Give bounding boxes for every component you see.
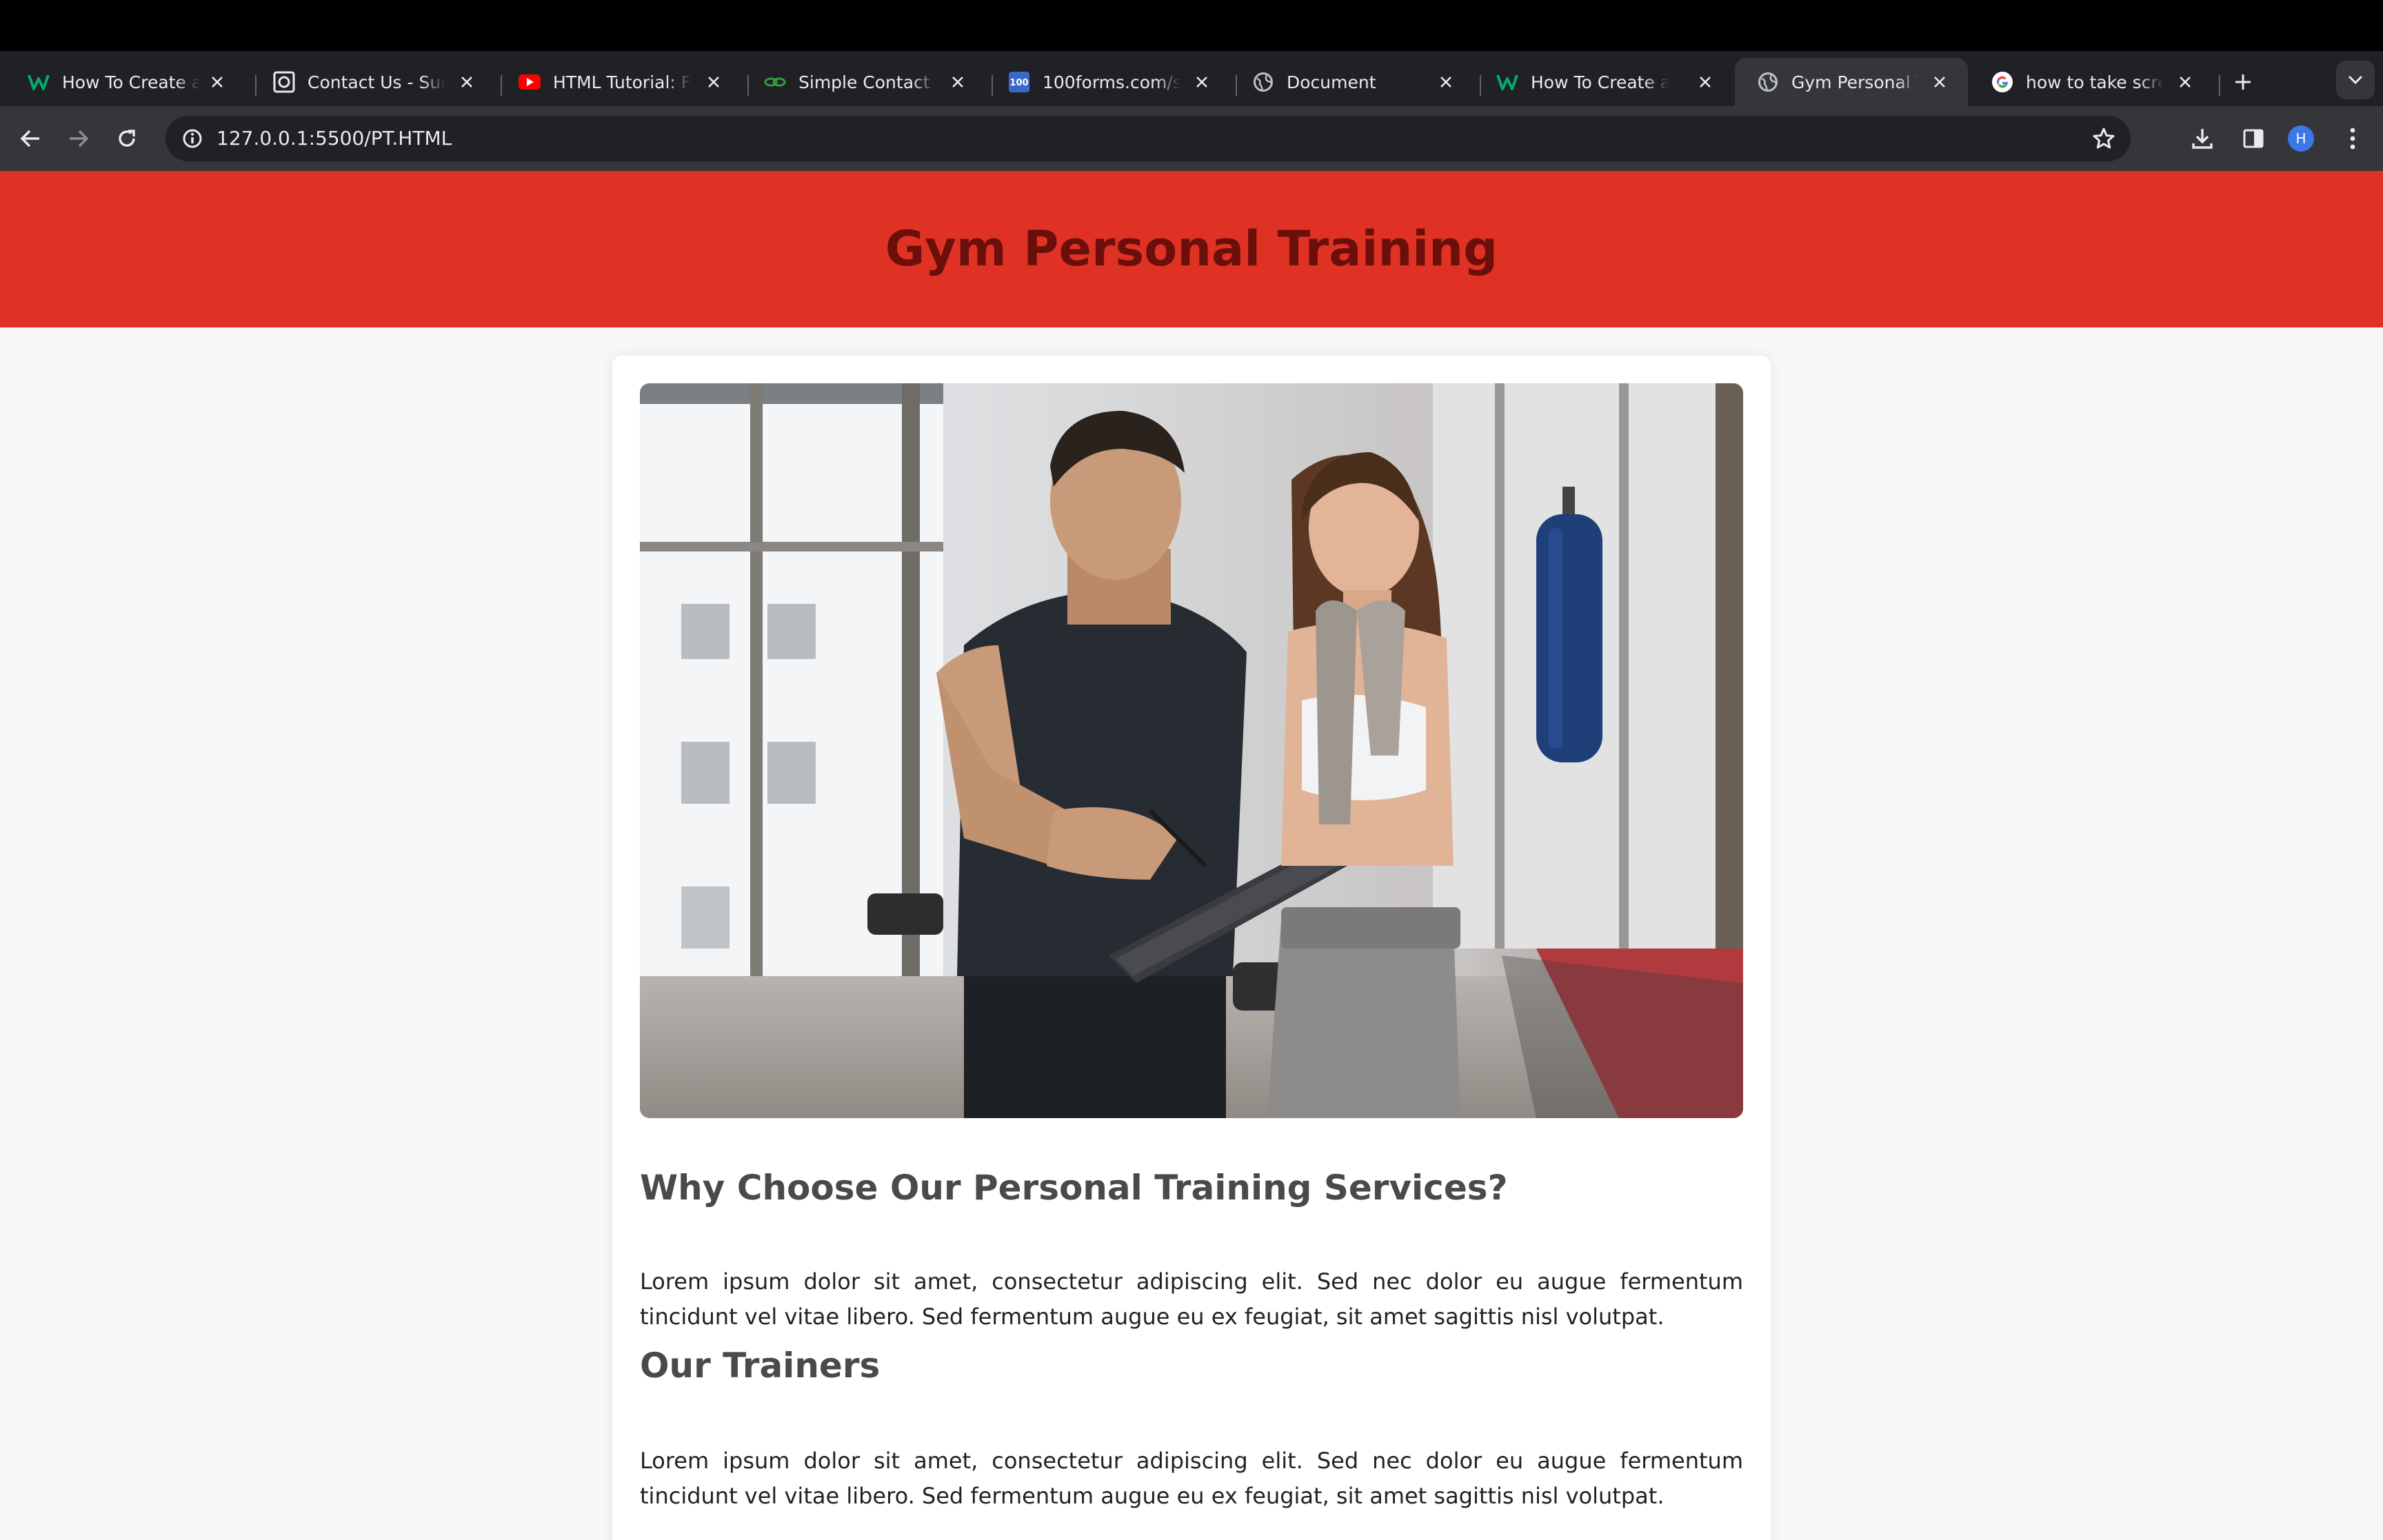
- tab-title: HTML Tutorial: Form: [553, 72, 691, 92]
- tab-strip: How To Create an HTML Contact Form Conta…: [0, 51, 2383, 106]
- close-tab-icon[interactable]: [1927, 69, 1953, 95]
- tab-how-to-create-html-form[interactable]: How To Create an HTML Form: [1474, 58, 1733, 106]
- side-panel-icon: [2243, 129, 2264, 148]
- tab-title: 100forms.com/source: [1043, 72, 1180, 92]
- globe-icon: [1251, 70, 1276, 94]
- tab-title: how to take screenshot: [2026, 72, 2164, 92]
- star-icon[interactable]: [2087, 121, 2121, 156]
- site-header: Gym Personal Training: [0, 171, 2383, 327]
- section-text-our-trainers: Lorem ipsum dolor sit amet, consectetur …: [640, 1448, 1743, 1509]
- back-button[interactable]: [11, 119, 50, 158]
- youtube-icon: [517, 70, 542, 94]
- close-tab-icon[interactable]: [1189, 69, 1215, 95]
- address-bar[interactable]: 127.0.0.1:5500/PT.HTML: [165, 116, 2131, 161]
- arrow-left-icon: [20, 130, 39, 148]
- info-icon[interactable]: [175, 121, 210, 156]
- plus-icon: [2235, 74, 2251, 90]
- tab-document[interactable]: Document: [1230, 58, 1474, 106]
- svg-text:100: 100: [1009, 78, 1028, 88]
- side-panel-button[interactable]: [2234, 119, 2273, 158]
- tab-html-tutorial[interactable]: HTML Tutorial: Form: [496, 58, 742, 106]
- web-page: Gym Personal Training Why Choose Our Per…: [0, 171, 2383, 1540]
- screen-top-bar: [0, 0, 2383, 51]
- 100forms-icon: 100: [1007, 70, 1032, 94]
- close-tab-icon[interactable]: [945, 69, 971, 95]
- new-tab-button[interactable]: [2226, 65, 2260, 99]
- section-heading-our-trainers: Our Trainers: [640, 1346, 881, 1386]
- contact-page-icon: [272, 70, 296, 94]
- section-text-why-choose: Lorem ipsum dolor sit amet, consectetur …: [640, 1268, 1743, 1330]
- tab-simple-contact-form[interactable]: Simple Contact Form: [742, 58, 986, 106]
- download-icon: [2192, 129, 2213, 149]
- tab-search-button[interactable]: [2336, 61, 2375, 99]
- close-tab-icon[interactable]: [2172, 69, 2198, 95]
- arrow-right-icon: [70, 130, 89, 148]
- tab-contact-us[interactable]: Contact Us - Surat: [251, 58, 495, 106]
- more-vert-icon: [2350, 128, 2355, 150]
- url-text[interactable]: 127.0.0.1:5500/PT.HTML: [217, 116, 452, 161]
- chevron-down-icon: [2348, 75, 2363, 85]
- close-tab-icon[interactable]: [1433, 69, 1459, 95]
- page-title: Gym Personal Training: [885, 221, 1498, 277]
- link-icon: [763, 70, 787, 94]
- forward-button[interactable]: [59, 119, 98, 158]
- menu-button[interactable]: [2333, 119, 2372, 158]
- tab-title: Document: [1287, 72, 1376, 92]
- profile-avatar[interactable]: H: [2288, 125, 2314, 152]
- w-logo-icon: [1495, 70, 1520, 94]
- tab-title: How To Create an HTML Form: [1531, 72, 1669, 92]
- close-tab-icon[interactable]: [1692, 69, 1718, 95]
- globe-icon: [1756, 70, 1780, 94]
- tab-100forms[interactable]: 100 100forms.com/source: [986, 58, 1230, 106]
- tab-google-search[interactable]: how to take screenshot: [1969, 58, 2213, 106]
- tab-title: Simple Contact Form: [798, 72, 936, 92]
- google-icon: [1990, 70, 2015, 94]
- tab-how-to-create-form[interactable]: How To Create an HTML Contact Form: [6, 58, 245, 106]
- section-heading-why-choose: Why Choose Our Personal Training Service…: [640, 1168, 1508, 1208]
- tab-title: Contact Us - Surat: [308, 72, 445, 92]
- reload-icon: [119, 130, 135, 147]
- tab-gym-personal-training[interactable]: Gym Personal Training: [1735, 58, 1968, 106]
- tab-title: Gym Personal Training: [1791, 72, 1920, 92]
- close-tab-icon[interactable]: [454, 69, 480, 95]
- w-logo-icon: [26, 70, 51, 94]
- close-tab-icon[interactable]: [701, 69, 727, 95]
- content-card: Why Choose Our Personal Training Service…: [612, 356, 1771, 1540]
- tab-title: How To Create an HTML Contact Form: [62, 72, 200, 92]
- close-tab-icon[interactable]: [204, 69, 230, 95]
- hero-image: [640, 383, 1743, 1118]
- reload-button[interactable]: [108, 119, 146, 158]
- tab-separator: [2219, 75, 2220, 96]
- downloads-button[interactable]: [2183, 119, 2222, 158]
- browser-toolbar: 127.0.0.1:5500/PT.HTML H: [0, 106, 2383, 171]
